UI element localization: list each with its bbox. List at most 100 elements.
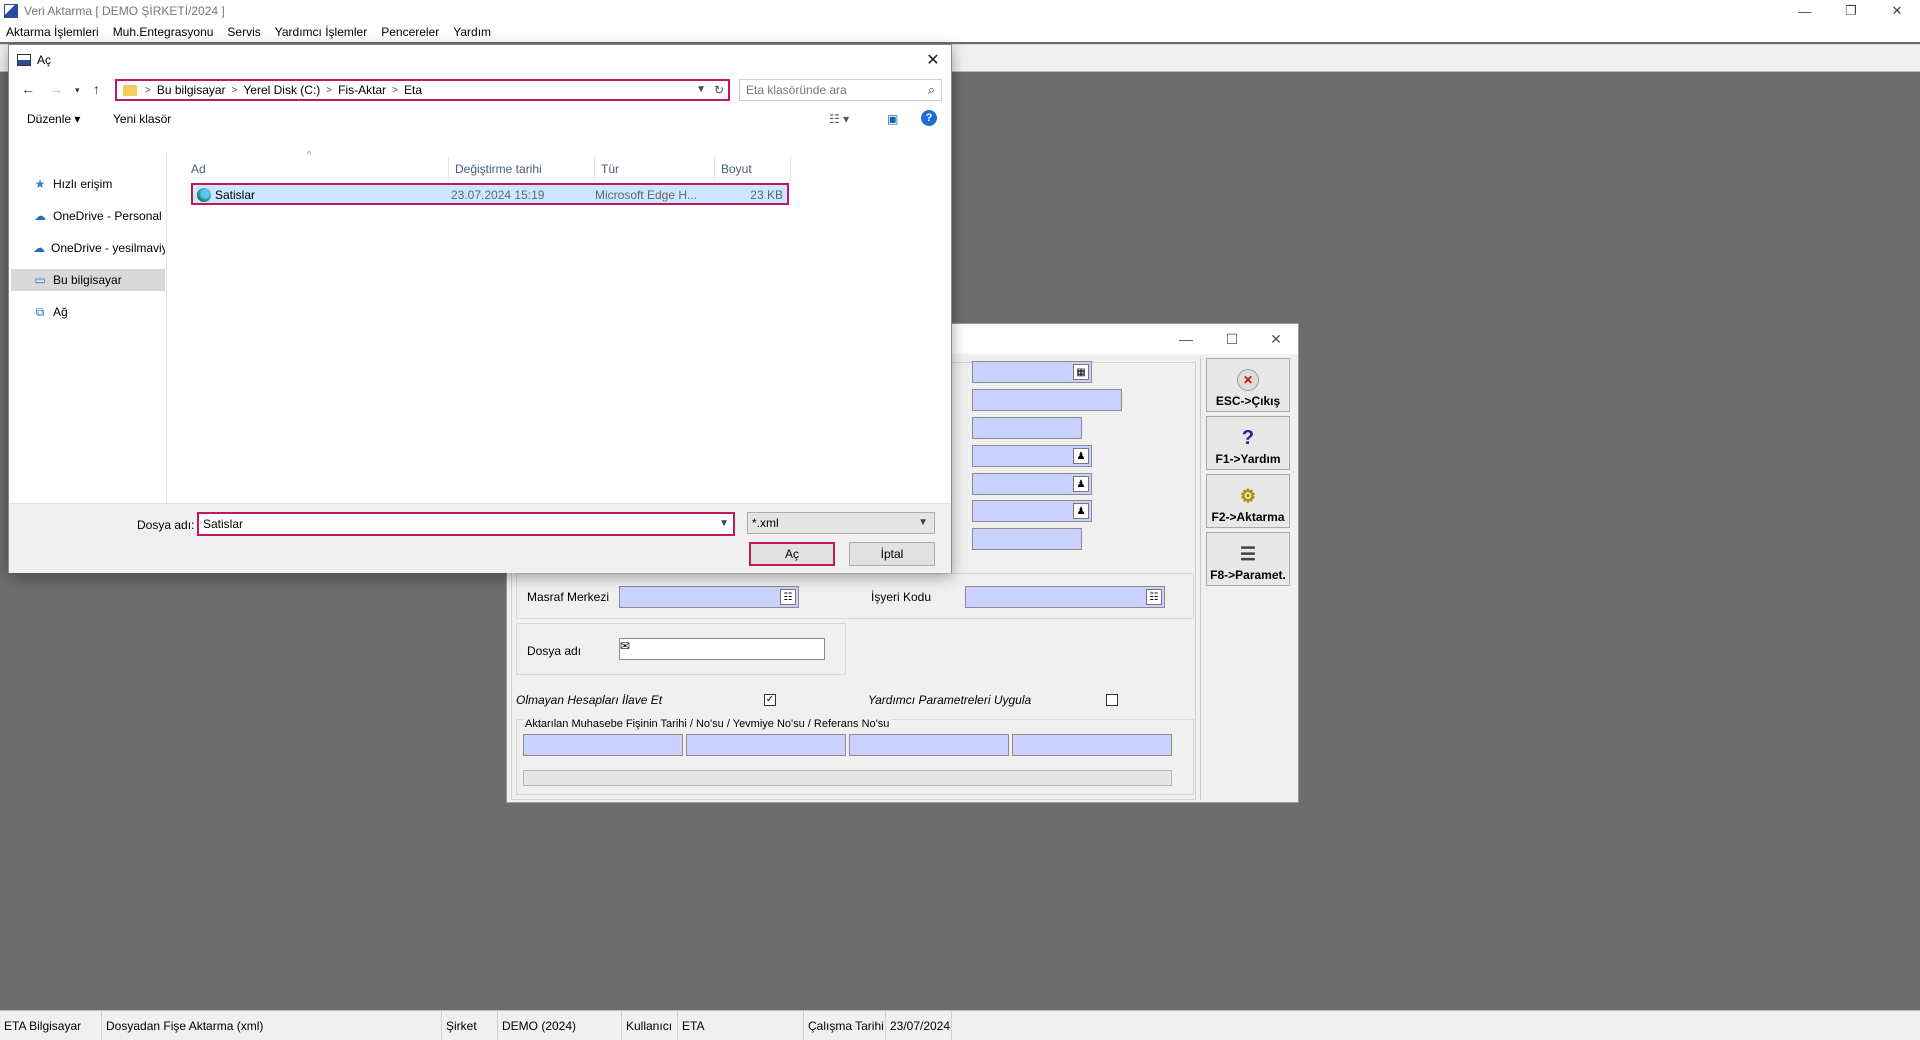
f1-help-button[interactable]: ? F1->Yardım [1206,416,1290,470]
menu-servis[interactable]: Servis [227,25,260,39]
masraf-label: Masraf Merkezi [527,590,610,604]
yardimci-checkbox[interactable] [1106,694,1118,706]
fis-no-input[interactable] [686,734,846,756]
search-icon: ⌕ [927,82,935,97]
organize-button[interactable]: Düzenle ▾ [27,112,80,126]
user-lookup-icon[interactable]: ♟ [1073,448,1089,464]
dialog-close-icon[interactable]: ✕ [921,49,945,71]
dialog-navbar: ← → ▾ ↑ > Bu bilgisayar > Yerel Disk (C:… [9,75,951,105]
address-bar[interactable]: > Bu bilgisayar > Yerel Disk (C:) > Fis-… [115,79,730,101]
nav-quick-access[interactable]: ★ Hızlı erişim [11,173,165,195]
side-button-panel: ✕ ESC->Çıkış ? F1->Yardım ⚙ F2->Aktarma … [1200,358,1296,800]
chevron-down-icon[interactable]: ▼ [719,518,729,529]
new-folder-button[interactable]: Yeni klasör [113,112,171,126]
preview-pane-icon[interactable]: ▣ [887,112,898,126]
nav-onedrive-yesilmavi-label: OneDrive - yesilmaviy [51,241,165,255]
status-kullanici-value: ETA [678,1010,804,1040]
file-size: 23 KB [750,188,783,202]
f1-help-label: F1->Yardım [1215,452,1281,466]
folder-icon [123,84,137,96]
field-7[interactable] [972,528,1082,550]
search-input[interactable]: Eta klasöründe ara ⌕ [739,79,942,101]
back-arrow-icon[interactable]: ← [21,81,35,97]
group-aktarilan: Aktarılan Muhasebe Fişinin Tarihi / No's… [516,718,1194,795]
nav-this-pc[interactable]: ▭ Bu bilgisayar [11,269,165,291]
referans-no-input[interactable] [1012,734,1172,756]
list-lookup-icon[interactable]: ☷ [1146,589,1162,605]
forward-arrow-icon[interactable]: → [49,81,63,97]
f2-transfer-label: F2->Aktarma [1211,510,1285,524]
close-icon[interactable]: ✕ [1874,0,1920,22]
user-lookup-icon[interactable]: ♟ [1073,503,1089,519]
dosya-input[interactable]: ✉ [619,638,825,660]
minimize-icon[interactable]: — [1782,0,1828,22]
form-maximize-icon[interactable]: ☐ [1209,324,1255,354]
file-row-satislar[interactable]: Satislar 23.07.2024 15:19 Microsoft Edge… [191,183,789,205]
chevron-down-icon: ▼ [918,517,928,528]
user-field-2[interactable]: ♟ [972,473,1092,495]
isyeri-label: İşyeri Kodu [871,590,932,604]
chevron-down-icon[interactable]: ▼ [696,84,706,95]
menu-yardimci-islemler[interactable]: Yardımcı İşlemler [275,25,367,39]
form-minimize-icon[interactable]: — [1163,324,1209,354]
recent-chevron-icon[interactable]: ▾ [75,85,80,96]
field-3[interactable] [972,417,1082,439]
nav-onedrive-personal[interactable]: ☁ OneDrive - Personal [11,205,165,227]
column-size[interactable]: Boyut [715,157,791,181]
user-field-3[interactable]: ♟ [972,500,1092,522]
column-date[interactable]: Değiştirme tarihi [449,157,595,181]
field-2[interactable] [972,389,1122,411]
menu-aktarma-islemleri[interactable]: Aktarma İşlemleri [6,25,99,39]
app-icon [4,4,18,18]
breadcrumb-yerel-disk[interactable]: Yerel Disk (C:) [243,83,320,97]
yevmiye-no-input[interactable] [849,734,1009,756]
user-lookup-icon[interactable]: ♟ [1073,476,1089,492]
nav-onedrive-yesilmavi[interactable]: ☁ OneDrive - yesilmaviy [11,237,165,259]
breadcrumb-bu-bilgisayar[interactable]: Bu bilgisayar [157,83,226,97]
esc-exit-button[interactable]: ✕ ESC->Çıkış [1206,358,1290,412]
olmayan-checkbox[interactable]: ✓ [764,694,776,706]
help-icon[interactable]: ? [921,110,937,126]
column-name[interactable]: Ad [185,157,449,181]
dialog-title: Aç [37,53,52,67]
menu-yardim[interactable]: Yardım [453,25,491,39]
f8-param-button[interactable]: ☰ F8->Paramet. [1206,532,1290,586]
nav-this-pc-label: Bu bilgisayar [53,273,122,287]
menu-pencereler[interactable]: Pencereler [381,25,439,39]
masraf-input[interactable]: ☷ [619,586,799,608]
restore-icon[interactable]: ❐ [1828,0,1874,22]
fis-tarihi-input[interactable] [523,734,683,756]
chevron-right-icon: > [145,84,151,96]
aktarilan-label: Aktarılan Muhasebe Fişinin Tarihi / No's… [523,718,892,730]
command-bar: Düzenle ▾ Yeni klasör ☷ ▾ ▣ ? [9,105,951,133]
status-calisma-value: 23/07/2024 [886,1010,952,1040]
cancel-button[interactable]: İptal [849,542,935,566]
breadcrumb-fis-aktar[interactable]: Fis-Aktar [338,83,386,97]
menu-muh-entegrasyonu[interactable]: Muh.Entegrasyonu [113,25,214,39]
column-type[interactable]: Tür [595,157,715,181]
open-button[interactable]: Aç [749,542,835,566]
date-field[interactable]: ▦ [972,361,1092,383]
file-type-select[interactable]: *.xml ▼ [747,512,935,534]
view-options-icon[interactable]: ☷ ▾ [829,112,849,126]
breadcrumb-eta[interactable]: Eta [404,83,422,97]
form-close-icon[interactable]: ✕ [1253,324,1299,354]
folder-open-icon[interactable]: ✉ [620,639,630,653]
search-placeholder: Eta klasöründe ara [746,83,847,97]
f2-transfer-button[interactable]: ⚙ F2->Aktarma [1206,474,1290,528]
file-name-label: Dosya adı: [137,518,195,532]
computer-icon: ▭ [34,273,46,287]
file-name-input[interactable]: Satislar ▼ [197,512,735,536]
group-dosya: Dosya adı ✉ [516,623,846,675]
refresh-icon[interactable]: ↻ [714,83,724,97]
user-field-1[interactable]: ♟ [972,445,1092,467]
calendar-icon[interactable]: ▦ [1073,364,1089,380]
list-lookup-icon[interactable]: ☷ [780,589,796,605]
file-type-value: *.xml [752,516,779,530]
status-sirket-label: Şirket [442,1010,498,1040]
up-arrow-icon[interactable]: ↑ [93,81,100,97]
nav-network[interactable]: ⧉ Ağ [11,301,165,323]
menubar: Aktarma İşlemleri Muh.Entegrasyonu Servi… [0,22,1920,42]
f8-param-label: F8->Paramet. [1210,568,1286,582]
isyeri-input[interactable]: ☷ [965,586,1165,608]
